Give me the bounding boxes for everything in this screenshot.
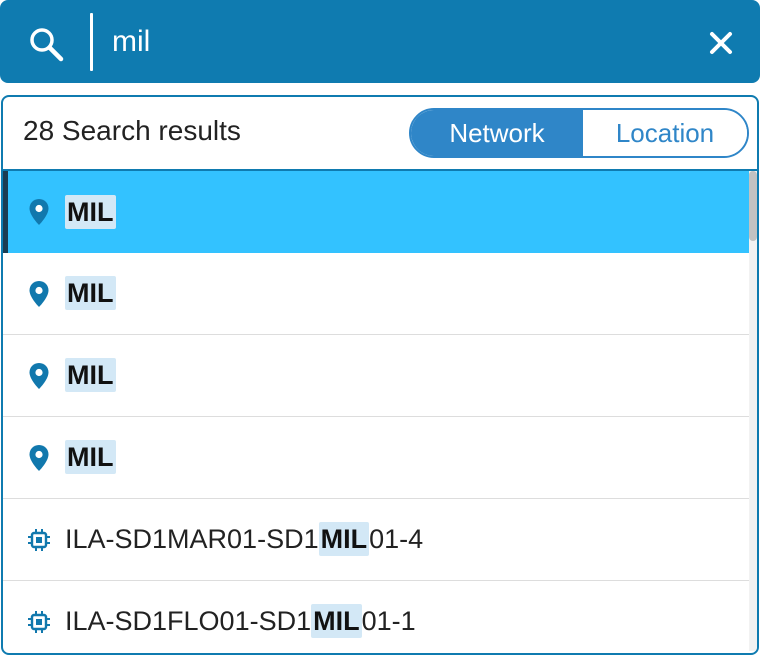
result-label: MIL bbox=[65, 358, 116, 392]
result-label-suffix: 01-1 bbox=[361, 606, 416, 636]
chip-icon bbox=[25, 526, 53, 554]
search-divider bbox=[90, 13, 93, 71]
result-label: ILA-SD1MAR01-SD1MIL01-4 bbox=[65, 522, 424, 556]
results-header: 28 Search results Network Location bbox=[3, 97, 757, 171]
result-label-suffix: 01-4 bbox=[369, 524, 424, 554]
search-bar bbox=[0, 0, 760, 83]
results-count: 28 Search results bbox=[23, 115, 241, 146]
result-label-match: MIL bbox=[65, 194, 116, 229]
result-label: MIL bbox=[65, 440, 116, 474]
result-label-match: MIL bbox=[318, 522, 370, 556]
location-pin-icon bbox=[25, 444, 53, 472]
scroll-thumb[interactable] bbox=[749, 171, 757, 241]
chip-icon bbox=[25, 608, 53, 636]
result-label-match: MIL bbox=[311, 604, 362, 638]
search-input[interactable] bbox=[106, 18, 666, 66]
result-label-match: MIL bbox=[65, 440, 116, 474]
result-type-toggle: Network Location bbox=[409, 108, 749, 158]
result-label: MIL bbox=[65, 276, 116, 310]
clear-search-button[interactable] bbox=[700, 22, 742, 64]
location-pin-icon bbox=[25, 362, 53, 390]
location-pin-icon bbox=[25, 280, 53, 308]
result-row[interactable]: MIL bbox=[3, 171, 749, 253]
toggle-location[interactable]: Location bbox=[583, 110, 747, 156]
result-row[interactable]: MIL bbox=[3, 335, 749, 417]
result-label-prefix: ILA-SD1MAR01-SD1 bbox=[65, 524, 319, 554]
toggle-network[interactable]: Network bbox=[411, 110, 583, 156]
result-row[interactable]: ILA-SD1FLO01-SD1MIL01-1 bbox=[3, 581, 749, 653]
result-list: MIL MIL MIL MIL ILA-SD1MAR01-SD1MIL01-4 ILA-S… bbox=[3, 171, 749, 653]
close-icon bbox=[710, 32, 732, 54]
result-row[interactable]: MIL bbox=[3, 253, 749, 335]
result-row[interactable]: MIL bbox=[3, 417, 749, 499]
result-row[interactable]: ILA-SD1MAR01-SD1MIL01-4 bbox=[3, 499, 749, 581]
search-results-panel: 28 Search results Network Location MIL MI… bbox=[1, 95, 759, 655]
result-label-match: MIL bbox=[65, 358, 116, 392]
result-label-match: MIL bbox=[65, 276, 116, 310]
result-label: ILA-SD1FLO01-SD1MIL01-1 bbox=[65, 604, 416, 638]
search-icon bbox=[26, 24, 66, 64]
result-label-prefix: ILA-SD1FLO01-SD1 bbox=[65, 606, 312, 636]
results-scrollbar[interactable] bbox=[749, 171, 757, 651]
result-label: MIL bbox=[65, 194, 116, 229]
location-pin-icon bbox=[25, 198, 53, 226]
